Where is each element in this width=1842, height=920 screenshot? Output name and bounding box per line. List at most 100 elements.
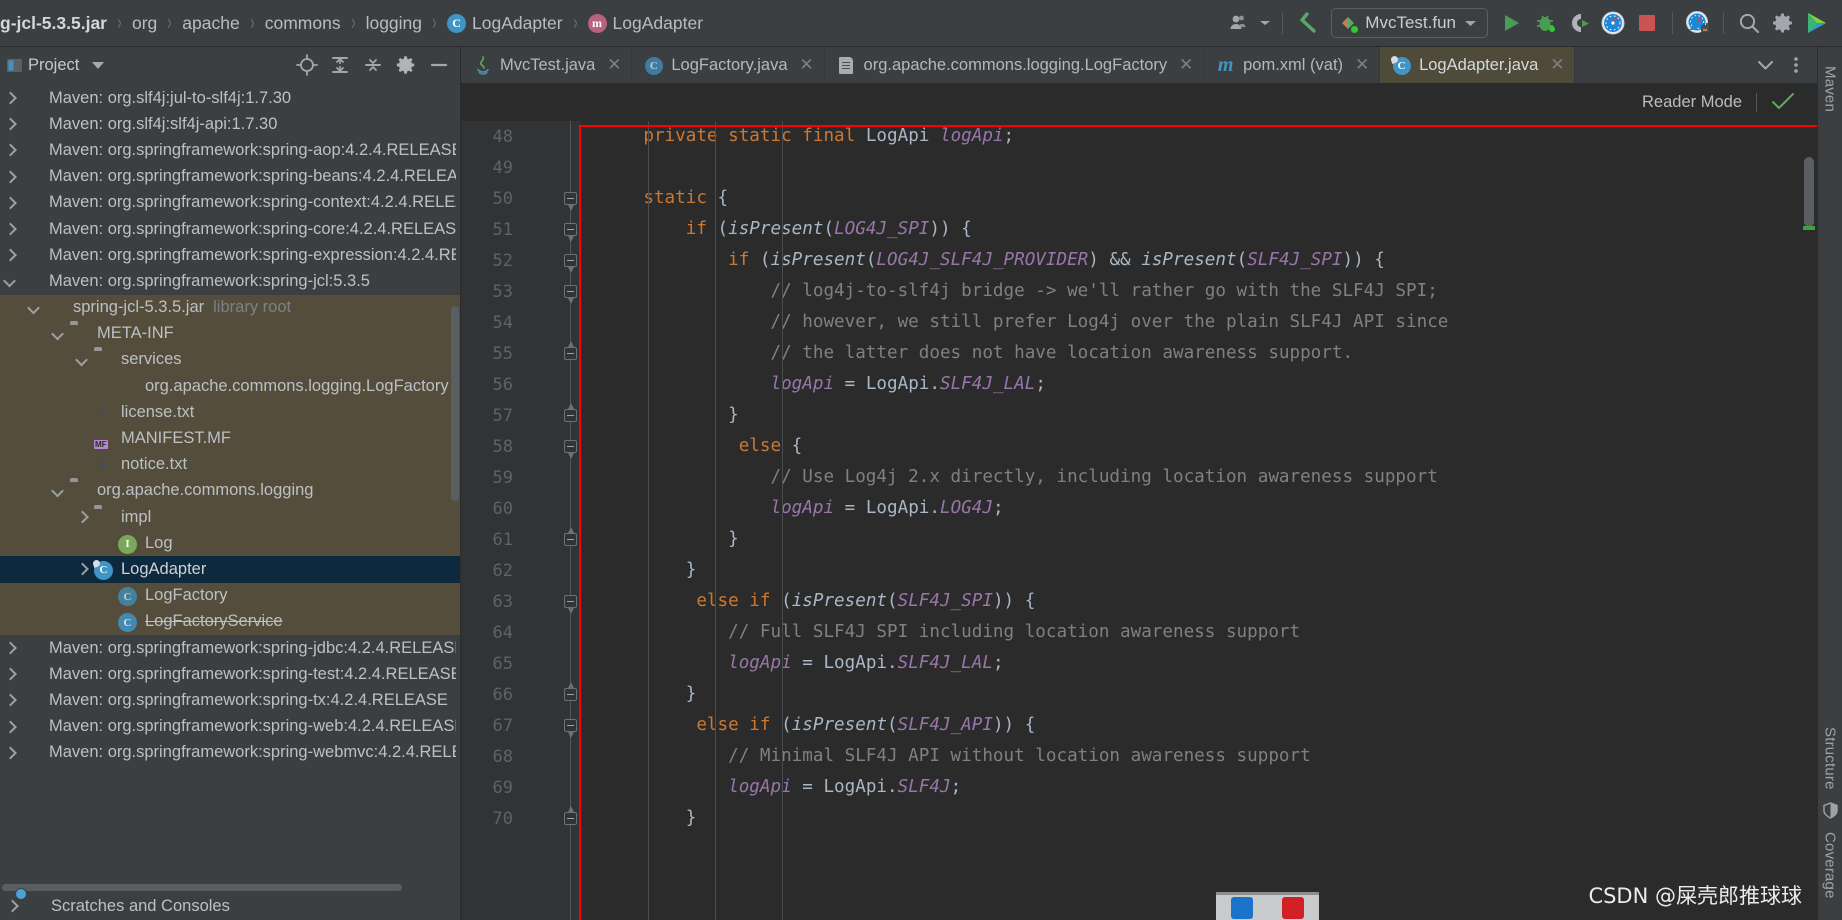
expand-all-icon[interactable]	[324, 50, 355, 81]
feedback-icon[interactable]	[1800, 6, 1834, 40]
tree-item[interactable]: org.apache.commons.logging	[0, 477, 460, 504]
code-line[interactable]: // however, we still prefer Log4j over t…	[601, 307, 1799, 338]
gutter-row[interactable]: 57	[461, 400, 581, 431]
editor-scrollbar-thumb[interactable]	[1804, 157, 1814, 227]
tree-item[interactable]: Maven: org.springframework:spring-aop:4.…	[0, 137, 460, 163]
gutter-row[interactable]: 62	[461, 555, 581, 586]
code-line[interactable]: }	[601, 400, 1799, 431]
project-tree[interactable]: Maven: org.slf4j:jul-to-slf4j:1.7.30 Mave…	[0, 83, 460, 892]
gutter-row[interactable]: 67	[461, 710, 581, 741]
tree-item[interactable]: Maven: org.springframework:spring-expres…	[0, 242, 460, 268]
tree-item[interactable]: Maven: org.slf4j:jul-to-slf4j:1.7.30	[0, 85, 460, 111]
close-icon[interactable]: ✕	[1354, 55, 1370, 75]
chevron-down-icon[interactable]	[92, 61, 105, 69]
checkmark-icon[interactable]	[1771, 92, 1795, 112]
tree-item[interactable]: Maven: org.springframework:spring-webmvc…	[0, 740, 460, 766]
code-line[interactable]: logApi = LogApi.SLF4J_LAL;	[601, 648, 1799, 679]
fold-region-start-icon[interactable]	[564, 285, 577, 304]
code-line[interactable]: static {	[601, 183, 1799, 214]
breadcrumb-item-g-jcl-5-3-5-jar[interactable]: g-jcl-5.3.5.jar	[0, 0, 109, 46]
fold-region-start-icon[interactable]	[564, 223, 577, 242]
collapse-all-icon[interactable]	[357, 50, 388, 81]
tree-item[interactable]: license.txt	[0, 399, 460, 426]
code-line[interactable]: if (isPresent(LOG4J_SLF4J_PROVIDER) && i…	[601, 245, 1799, 276]
tree-item[interactable]: impl	[0, 504, 460, 531]
run-with-coverage-icon[interactable]	[1562, 6, 1596, 40]
updates-arrow-icon[interactable]	[1291, 6, 1325, 40]
gutter-row[interactable]: 55	[461, 338, 581, 369]
editor-tab-logadapter-java[interactable]: C LogAdapter.java ✕	[1380, 47, 1576, 83]
fold-region-end-icon[interactable]	[564, 527, 577, 546]
tree-item[interactable]: Maven: org.slf4j:slf4j-api:1.7.30	[0, 111, 460, 137]
search-icon[interactable]	[1732, 6, 1766, 40]
code-line[interactable]: if (isPresent(LOG4J_SPI)) {	[601, 214, 1799, 245]
gutter-row[interactable]: 60	[461, 493, 581, 524]
tree-item[interactable]: C LogFactory	[0, 582, 460, 609]
user-avatar-icon[interactable]	[1222, 6, 1256, 40]
code-line[interactable]: logApi = LogApi.SLF4J;	[601, 772, 1799, 803]
code-line[interactable]: logApi = LogApi.SLF4J_LAL;	[601, 369, 1799, 400]
code-line[interactable]: // Full SLF4J SPI including location awa…	[601, 617, 1799, 648]
tool-window-button-maven[interactable]: Maven	[1822, 57, 1839, 121]
run-icon[interactable]	[1494, 6, 1528, 40]
gutter-row[interactable]: 53	[461, 276, 581, 307]
gutter-row[interactable]: 63	[461, 586, 581, 617]
gutter-row[interactable]: 52	[461, 245, 581, 276]
gutter-row[interactable]: 66	[461, 679, 581, 710]
gutter-row[interactable]: 68	[461, 741, 581, 772]
run-configuration-selector[interactable]: MvcTest.fun	[1331, 8, 1488, 38]
fold-region-end-icon[interactable]	[564, 341, 577, 360]
tree-item[interactable]: Maven: org.springframework:spring-beans:…	[0, 164, 460, 190]
code-line[interactable]: // Minimal SLF4J API without location aw…	[601, 741, 1799, 772]
fold-region-end-icon[interactable]	[564, 403, 577, 422]
breadcrumb-item-logadapter[interactable]: C LogAdapter	[445, 0, 565, 46]
fold-region-start-icon[interactable]	[564, 192, 577, 211]
gutter-row[interactable]: 58	[461, 431, 581, 462]
fold-region-start-icon[interactable]	[564, 440, 577, 459]
account-chevron-down-icon[interactable]	[1256, 6, 1274, 40]
stop-icon[interactable]	[1630, 6, 1664, 40]
gutter-row[interactable]: 50	[461, 183, 581, 214]
tree-item[interactable]: C LogAdapter	[0, 556, 460, 583]
editor-tab-org-apache-commons-logging-logfactory[interactable]: org.apache.commons.logging.LogFactory ✕	[825, 47, 1205, 83]
editor-tab-mvctest-java[interactable]: MvcTest.java ✕	[461, 47, 633, 83]
tree-item[interactable]: Maven: org.springframework:spring-web:4.…	[0, 714, 460, 740]
close-icon[interactable]: ✕	[1178, 55, 1194, 75]
taskbar-tray-popup[interactable]	[1216, 892, 1319, 920]
tray-app-icon-2[interactable]	[1282, 896, 1305, 919]
tree-item[interactable]: Maven: org.springframework:spring-test:4…	[0, 661, 460, 687]
gutter-row[interactable]: 69	[461, 772, 581, 803]
close-icon[interactable]: ✕	[799, 55, 815, 75]
gutter-row[interactable]: 59	[461, 462, 581, 493]
code-line[interactable]: // log4j-to-slf4j bridge -> we'll rather…	[601, 276, 1799, 307]
gutter-row[interactable]: 61	[461, 524, 581, 555]
fold-region-end-icon[interactable]	[564, 806, 577, 825]
chevron-down-icon[interactable]	[1464, 19, 1477, 28]
editor-marker-bar[interactable]	[1799, 121, 1817, 920]
gutter-row[interactable]: 51	[461, 214, 581, 245]
editor-tab-logfactory-java[interactable]: C LogFactory.java ✕	[632, 47, 825, 83]
profiler-icon[interactable]	[1596, 6, 1630, 40]
tree-item[interactable]: notice.txt	[0, 451, 460, 478]
code-line[interactable]: }	[601, 524, 1799, 555]
code-line[interactable]: else {	[601, 431, 1799, 462]
breadcrumb-item-org[interactable]: org	[130, 0, 159, 46]
locate-target-icon[interactable]	[291, 50, 322, 81]
code-line[interactable]	[601, 152, 1799, 183]
tree-item[interactable]: C LogFactoryService	[0, 608, 460, 635]
tool-window-button-coverage[interactable]: Coverage	[1822, 823, 1839, 908]
close-icon[interactable]: ✕	[1549, 55, 1565, 75]
tree-item[interactable]: org.apache.commons.logging.LogFactory	[0, 373, 460, 400]
breadcrumb-item-commons[interactable]: commons	[263, 0, 343, 46]
fold-region-start-icon[interactable]	[564, 254, 577, 273]
scratches-and-consoles-row[interactable]: Scratches and Consoles	[0, 892, 460, 920]
settings-gear-icon[interactable]	[390, 50, 421, 81]
code-line[interactable]: private static final LogApi logApi;	[601, 121, 1799, 152]
profiler-attach-icon[interactable]	[1681, 6, 1715, 40]
tree-item[interactable]: Maven: org.springframework:spring-contex…	[0, 190, 460, 216]
code-line[interactable]: else if (isPresent(SLF4J_SPI)) {	[601, 586, 1799, 617]
tool-window-button-structure[interactable]: Structure	[1822, 718, 1839, 799]
tree-item[interactable]: I Log	[0, 530, 460, 557]
project-tree-scrollbar[interactable]	[451, 306, 459, 501]
gutter-row[interactable]: 70	[461, 803, 581, 834]
